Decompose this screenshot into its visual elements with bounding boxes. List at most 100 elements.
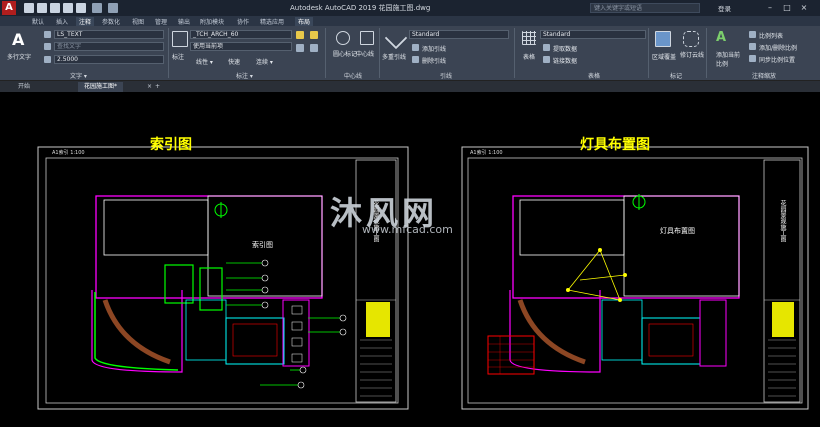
redo-icon[interactable] — [108, 3, 118, 13]
text-style-combo[interactable]: LS_TEXT — [54, 30, 164, 39]
right-title-block — [763, 159, 801, 403]
dimension-button[interactable]: 标注 — [172, 52, 184, 61]
dim-tool-icon[interactable] — [296, 44, 304, 52]
tab-manage[interactable]: 管理 — [155, 17, 167, 26]
link-data-button[interactable]: 链接数据 — [553, 56, 577, 65]
autocad-logo-icon[interactable]: A — [2, 1, 16, 15]
watermark-url: www.mfcad.com — [362, 223, 453, 236]
markup-panel-label: 标记 — [670, 73, 683, 80]
tab-parametric[interactable]: 参数化 — [102, 17, 120, 26]
add-leader-button[interactable]: 添加引线 — [422, 44, 446, 53]
center-mark-icon[interactable] — [336, 31, 350, 45]
add-scale-icon[interactable]: A — [716, 30, 730, 45]
table-button[interactable]: 表格 — [523, 52, 535, 61]
right-side-title: 花园景观施工图 — [779, 200, 786, 242]
text-panel-label[interactable]: 文字 ▾ — [70, 71, 87, 80]
open-file-icon[interactable] — [37, 3, 47, 13]
multiline-text-button[interactable]: 多行文字 — [7, 52, 31, 61]
extract-data-icon — [543, 44, 550, 51]
centerline-icon[interactable] — [360, 31, 374, 45]
sync-scale-icon — [749, 55, 756, 62]
remove-leader-button[interactable]: 删除引线 — [422, 56, 446, 65]
left-sheet-title: 索引图 — [150, 137, 192, 153]
scale-list-button[interactable]: 比例列表 — [759, 31, 783, 40]
table-style-combo[interactable]: Standard — [540, 30, 646, 39]
leader-style-combo[interactable]: Standard — [409, 30, 509, 39]
panel-separator — [648, 28, 649, 78]
left-legend-block — [366, 302, 390, 337]
window-title: Autodesk AutoCAD 2019 花园施工图.dwg — [290, 4, 431, 12]
tab-output[interactable]: 输出 — [178, 17, 190, 26]
text-style-icon — [44, 31, 51, 38]
add-current-scale-button[interactable]: 添加当前比例 — [716, 50, 744, 68]
panel-separator — [706, 28, 707, 78]
panel-separator — [379, 28, 380, 78]
add-leader-icon — [412, 44, 419, 51]
tab-insert[interactable]: 插入 — [56, 17, 68, 26]
multileader-button[interactable]: 多重引线 — [382, 52, 406, 61]
dimension-icon[interactable] — [172, 31, 188, 47]
tab-layout[interactable]: 布局 — [295, 17, 314, 26]
dim-tool-icon[interactable] — [310, 44, 318, 52]
scale-panel-label: 注释缩放 — [752, 73, 777, 80]
right-sheet-title: 灯具布置图 — [580, 137, 650, 153]
dim-tool-icon[interactable] — [310, 31, 318, 39]
new-file-icon[interactable] — [24, 3, 34, 13]
multiline-text-icon[interactable]: A — [12, 30, 26, 49]
left-sheet-border — [37, 146, 409, 410]
tab-annotate[interactable]: 注释 — [76, 17, 95, 26]
save-icon[interactable] — [50, 3, 60, 13]
tab-default[interactable]: 默认 — [32, 17, 44, 26]
plot-icon[interactable] — [76, 3, 86, 13]
save-as-icon[interactable] — [63, 3, 73, 13]
quick-dim-tool[interactable]: 快速 — [228, 57, 240, 66]
scale-list-icon — [749, 31, 756, 38]
wipeout-icon[interactable] — [655, 31, 671, 47]
revision-cloud-button[interactable]: 修订云线 — [680, 50, 704, 59]
add-delete-scale-icon — [749, 43, 756, 50]
centerline-button[interactable]: 中心线 — [356, 49, 374, 58]
center-mark-button[interactable]: 圆心标记 — [333, 49, 357, 58]
tab-start[interactable]: 开始 — [12, 82, 36, 92]
add-delete-scale-button[interactable]: 添加/删除比例 — [759, 43, 797, 52]
table-panel-label: 表格 — [588, 73, 601, 80]
leader-panel-label: 引线 — [440, 73, 453, 80]
text-height-combo[interactable]: 2.5000 — [54, 55, 164, 64]
right-legend-block — [772, 302, 794, 337]
panel-separator — [514, 28, 515, 78]
right-sheet — [461, 146, 809, 410]
right-plan-label: 灯具布置图 — [660, 227, 695, 235]
tab-featured-apps[interactable]: 精选应用 — [260, 17, 284, 26]
close-icon[interactable]: × — [798, 2, 810, 13]
new-tab-icon[interactable]: + — [152, 82, 163, 92]
find-text-input[interactable]: 查找文字 — [54, 42, 164, 51]
dim-layer-combo[interactable]: 使用当前项 — [190, 42, 292, 51]
remove-leader-icon — [412, 56, 419, 63]
dim-style-combo[interactable]: _TCH_ARCH_60 — [190, 30, 292, 39]
wipeout-button[interactable]: 区域覆盖 — [652, 52, 676, 61]
linear-dim-tool[interactable]: 线性 ▾ — [196, 57, 213, 66]
minimize-icon[interactable]: – — [764, 2, 776, 13]
left-scale-note: A1索引 1:100 — [52, 150, 85, 156]
revision-cloud-icon[interactable] — [683, 31, 699, 47]
find-text-icon — [44, 43, 51, 50]
right-building-outline — [512, 195, 740, 299]
search-input[interactable]: 键入关键字或短语 — [590, 3, 700, 13]
tab-drawing[interactable]: 花园施工图* — [78, 82, 124, 92]
panel-separator — [168, 28, 169, 78]
dimension-panel-label[interactable]: 标注 ▾ — [236, 71, 253, 80]
extract-data-button[interactable]: 提取数据 — [553, 44, 577, 53]
login-button[interactable]: 登录 — [718, 3, 731, 13]
centerline-panel-label: 中心线 — [344, 73, 363, 80]
ribbon-tab-bar — [0, 16, 820, 26]
tab-addins[interactable]: 附加模块 — [200, 17, 224, 26]
dim-tool-icon[interactable] — [296, 31, 304, 39]
tab-view[interactable]: 视图 — [132, 17, 144, 26]
table-icon[interactable] — [522, 31, 536, 45]
maximize-icon[interactable]: □ — [781, 2, 793, 13]
panel-separator — [325, 28, 326, 78]
undo-icon[interactable] — [92, 3, 102, 13]
sync-scale-button[interactable]: 同步比例位置 — [759, 55, 795, 64]
tab-collaborate[interactable]: 协作 — [237, 17, 249, 26]
continue-dim-tool[interactable]: 连续 ▾ — [256, 57, 273, 66]
